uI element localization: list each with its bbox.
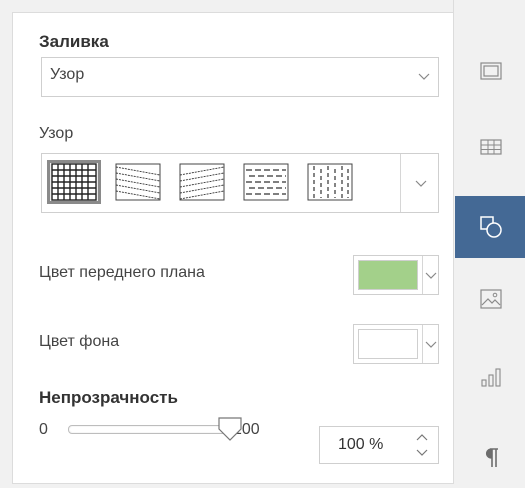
background-color-swatch: [358, 329, 418, 359]
shape-settings-icon: [479, 216, 502, 238]
pattern-option-grid[interactable]: [47, 160, 101, 204]
chevron-down-icon: [425, 272, 437, 279]
opacity-value: 100 %: [338, 436, 384, 453]
pattern-picker: [41, 153, 439, 213]
sidebar-item-paragraph[interactable]: [455, 426, 525, 488]
opacity-spinner[interactable]: 100 %: [319, 426, 439, 464]
pattern-option-dashed-vertical[interactable]: [304, 161, 356, 203]
fill-type-value: Узор: [50, 66, 85, 83]
paragraph-settings-icon: [485, 448, 498, 467]
chevron-down-icon: [425, 341, 437, 348]
pattern-picker-divider: [400, 154, 401, 212]
pattern-label: Узор: [39, 125, 74, 142]
foreground-color-label: Цвет переднего плана: [39, 264, 205, 281]
sidebar-item-slide[interactable]: [455, 40, 525, 102]
image-settings-icon: [479, 289, 502, 309]
sidebar-item-table[interactable]: [455, 116, 525, 178]
table-settings-icon: [479, 139, 502, 155]
slide-settings-icon: [479, 62, 502, 80]
grid-pattern-icon: [51, 163, 97, 201]
pattern-option-diagonal-up[interactable]: [176, 161, 228, 203]
color-picker-divider: [422, 325, 423, 363]
diagonal-up-pattern-icon: [179, 163, 225, 201]
dashed-vertical-pattern-icon: [307, 163, 353, 201]
sidebar-item-shape[interactable]: [455, 196, 525, 258]
opacity-slider-fill: [70, 427, 230, 432]
pattern-option-diagonal-down[interactable]: [112, 161, 164, 203]
opacity-heading: Непрозрачность: [39, 388, 178, 407]
opacity-slider-thumb[interactable]: [217, 416, 243, 442]
shape-settings-panel: Заливка Узор Узор Цвет переднего плана Ц…: [12, 12, 454, 484]
dashed-horizontal-pattern-icon: [243, 163, 289, 201]
color-picker-divider: [422, 256, 423, 294]
diagonal-down-pattern-icon: [115, 163, 161, 201]
foreground-color-picker[interactable]: [353, 255, 439, 295]
opacity-min-label: 0: [39, 421, 48, 438]
pattern-option-dashed-horizontal[interactable]: [240, 161, 292, 203]
chevron-down-icon[interactable]: [415, 180, 427, 188]
sidebar-item-chart[interactable]: [455, 346, 525, 408]
chevron-down-icon: [418, 73, 430, 80]
right-sidebar: [453, 0, 525, 467]
fill-type-select[interactable]: Узор: [41, 57, 439, 97]
opacity-slider-track[interactable]: [68, 425, 232, 434]
foreground-color-swatch: [358, 260, 418, 290]
fill-heading: Заливка: [39, 32, 109, 51]
chevron-down-icon[interactable]: [416, 449, 428, 457]
chevron-up-icon[interactable]: [416, 433, 428, 441]
background-color-picker[interactable]: [353, 324, 439, 364]
chart-settings-icon: [480, 368, 501, 387]
sidebar-item-image[interactable]: [455, 268, 525, 330]
background-color-label: Цвет фона: [39, 333, 120, 350]
